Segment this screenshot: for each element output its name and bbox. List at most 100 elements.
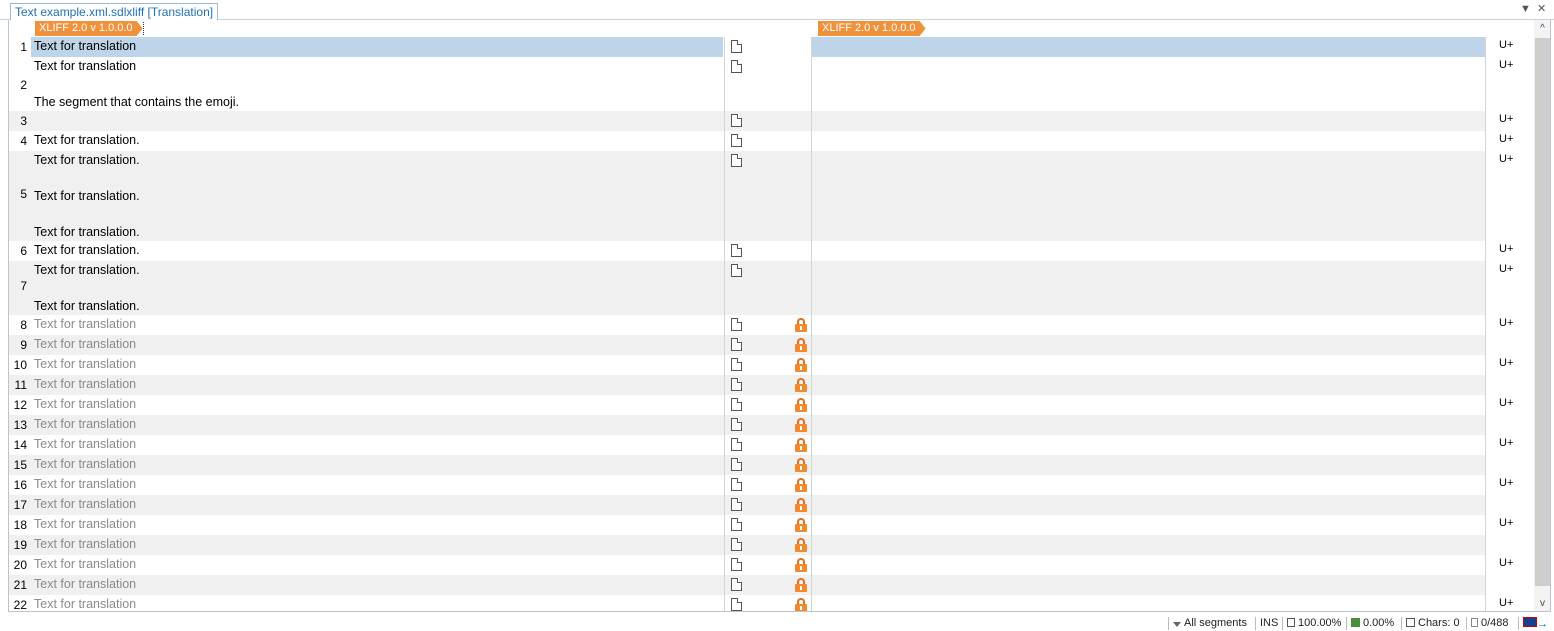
source-cell[interactable]: Text for translation xyxy=(31,315,723,335)
segment-row[interactable]: 20 Text for translation U+ xyxy=(9,555,1534,575)
source-cell[interactable]: Text for translation. xyxy=(31,131,723,151)
source-cell[interactable]: Text for translation xyxy=(31,415,723,435)
segment-row[interactable]: 1 Text for translation U+ xyxy=(9,37,1534,57)
segment-row[interactable]: 7 Text for translation. Text for translati… xyxy=(9,261,1534,315)
segment-row[interactable]: 8 Text for translation U+ xyxy=(9,315,1534,335)
target-cell[interactable] xyxy=(812,515,1485,535)
document-status-icon xyxy=(731,378,742,391)
document-tab[interactable]: Text example.xml.sdlxliff [Translation] xyxy=(10,3,219,21)
source-cell[interactable]: Text for translation. Text for translatio… xyxy=(31,151,723,241)
target-cell[interactable] xyxy=(812,131,1485,151)
source-document-tag[interactable]: XLIFF 2.0 v 1.0.0.0 xyxy=(35,21,143,36)
segment-row[interactable]: 6 Text for translation. U+ xyxy=(9,241,1534,261)
target-cell[interactable] xyxy=(812,395,1485,415)
insert-mode[interactable]: INS xyxy=(1255,617,1278,630)
segment-row[interactable]: 18 Text for translation U+ xyxy=(9,515,1534,535)
target-cell[interactable] xyxy=(812,555,1485,575)
target-cell[interactable] xyxy=(812,595,1485,611)
status-icons-cell xyxy=(724,515,812,535)
language-flag-icon[interactable]: → xyxy=(1518,617,1549,630)
segment-status-cell xyxy=(1485,415,1534,435)
segment-row[interactable]: 21 Text for translation xyxy=(9,575,1534,595)
source-cell[interactable]: Text for translation xyxy=(31,475,723,495)
target-cell[interactable] xyxy=(812,535,1485,555)
source-cell[interactable]: Text for translation xyxy=(31,535,723,555)
source-cell[interactable]: Text for translation xyxy=(31,395,723,415)
segment-filter[interactable]: All segments xyxy=(1168,617,1247,630)
source-cell[interactable] xyxy=(31,75,723,93)
segment-row[interactable]: The segment that contains the emoji. xyxy=(9,93,1534,111)
status-icons-cell xyxy=(724,595,812,611)
source-cell[interactable]: Text for translation xyxy=(31,595,723,611)
dropdown-icon[interactable]: ▼ xyxy=(1520,2,1531,16)
segment-number: 9 xyxy=(20,338,27,352)
segment-row[interactable]: Text for translation U+ xyxy=(9,57,1534,75)
segment-row[interactable]: 17 Text for translation xyxy=(9,495,1534,515)
scroll-thumb[interactable] xyxy=(1535,38,1550,586)
target-cell[interactable] xyxy=(812,415,1485,435)
segment-row[interactable]: 13 Text for translation xyxy=(9,415,1534,435)
source-cell[interactable]: Text for translation xyxy=(31,455,723,475)
target-cell[interactable] xyxy=(812,355,1485,375)
source-cell[interactable]: The segment that contains the emoji. xyxy=(31,93,723,111)
target-cell[interactable] xyxy=(812,57,1485,75)
source-cell[interactable]: Text for translation. xyxy=(31,241,723,261)
target-cell[interactable] xyxy=(812,111,1485,131)
source-cell[interactable]: Text for translation xyxy=(31,37,723,57)
segment-row[interactable]: 10 Text for translation U+ xyxy=(9,355,1534,375)
status-icons-cell xyxy=(724,435,812,455)
target-cell[interactable] xyxy=(812,475,1485,495)
segment-row[interactable]: 2 xyxy=(9,75,1534,93)
target-document-tag[interactable]: XLIFF 2.0 v 1.0.0.0 xyxy=(818,21,926,36)
segment-row[interactable]: 4 Text for translation. U+ xyxy=(9,131,1534,151)
segment-status-cell: U+ xyxy=(1485,131,1534,151)
lock-icon xyxy=(795,518,807,532)
source-cell[interactable]: Text for translation xyxy=(31,355,723,375)
source-cell[interactable]: Text for translation xyxy=(31,375,723,395)
source-cell[interactable]: Text for translation xyxy=(31,435,723,455)
segment-number: 18 xyxy=(13,518,27,532)
source-cell[interactable]: Text for translation. Text for translatio… xyxy=(31,261,723,315)
source-cell[interactable]: Text for translation xyxy=(31,515,723,535)
segment-row[interactable]: 16 Text for translation U+ xyxy=(9,475,1534,495)
document-status-icon xyxy=(731,458,742,471)
segment-row[interactable]: 9 Text for translation xyxy=(9,335,1534,355)
close-icon[interactable]: ✕ xyxy=(1537,2,1546,16)
segment-row[interactable]: 11 Text for translation xyxy=(9,375,1534,395)
source-cell[interactable] xyxy=(31,111,723,131)
vertical-scrollbar[interactable]: ^ v xyxy=(1534,20,1550,611)
target-cell[interactable] xyxy=(812,335,1485,355)
source-text: Text for translation xyxy=(34,477,137,491)
scroll-down-icon[interactable]: v xyxy=(1534,595,1550,611)
target-cell[interactable] xyxy=(812,93,1485,111)
target-cell[interactable] xyxy=(812,575,1485,595)
target-cell[interactable] xyxy=(812,37,1485,57)
source-text: Text for translation xyxy=(34,577,137,591)
scroll-up-icon[interactable]: ^ xyxy=(1534,20,1550,37)
target-cell[interactable] xyxy=(812,455,1485,475)
target-cell[interactable] xyxy=(812,495,1485,515)
word-count: 0/488 xyxy=(1466,617,1509,630)
segment-row[interactable]: 22 Text for translation U+ xyxy=(9,595,1534,611)
target-cell[interactable] xyxy=(812,315,1485,335)
segment-row[interactable]: 15 Text for translation xyxy=(9,455,1534,475)
target-cell[interactable] xyxy=(812,75,1485,93)
segment-row[interactable]: 12 Text for translation U+ xyxy=(9,395,1534,415)
target-cell[interactable] xyxy=(812,261,1485,315)
source-cell[interactable]: Text for translation xyxy=(31,335,723,355)
source-cell[interactable]: Text for translation xyxy=(31,555,723,575)
source-cell[interactable]: Text for translation xyxy=(31,57,723,75)
segment-row[interactable]: 14 Text for translation U+ xyxy=(9,435,1534,455)
segment-status-label: U+ xyxy=(1499,153,1514,165)
target-cell[interactable] xyxy=(812,241,1485,261)
source-cell[interactable]: Text for translation xyxy=(31,575,723,595)
target-cell[interactable] xyxy=(812,435,1485,455)
segment-filter-label: All segments xyxy=(1184,617,1247,629)
segment-row[interactable]: 19 Text for translation xyxy=(9,535,1534,555)
source-cell[interactable]: Text for translation xyxy=(31,495,723,515)
segment-row[interactable]: 3 U+ xyxy=(9,111,1534,131)
segment-row[interactable]: 5 Text for translation. Text for translati… xyxy=(9,151,1534,241)
target-cell[interactable] xyxy=(812,151,1485,241)
lock-icon xyxy=(795,378,807,392)
target-cell[interactable] xyxy=(812,375,1485,395)
